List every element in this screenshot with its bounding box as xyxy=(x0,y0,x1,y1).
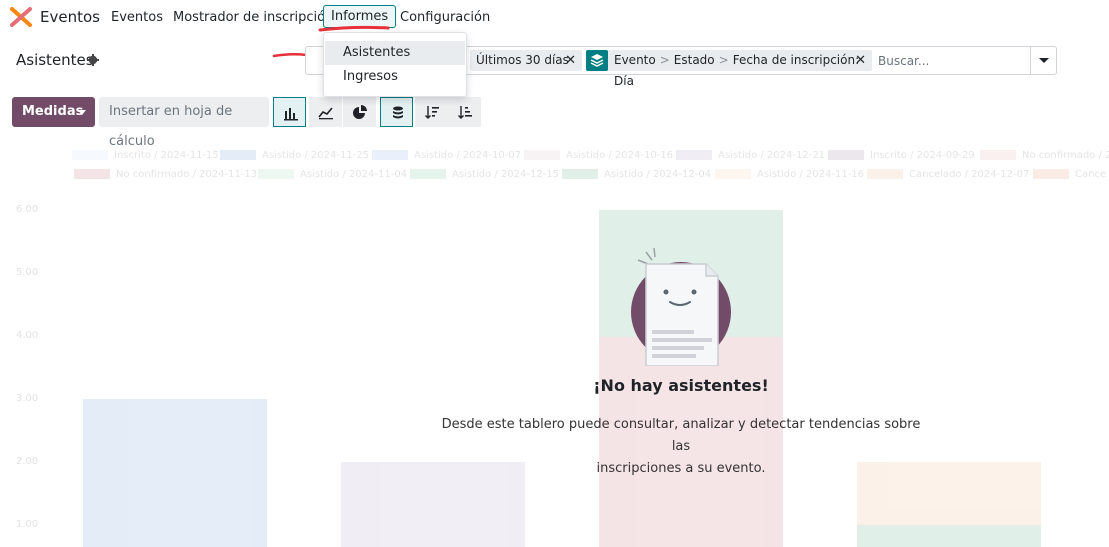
legend-item: Cance xyxy=(1033,169,1106,183)
sort-asc-icon xyxy=(458,106,472,119)
empty-state-title: ¡No hay asistentes! xyxy=(593,376,769,395)
background-sample-chart: Inscrito / 2024-11-15 Asistido / 2024-11… xyxy=(0,140,1109,547)
y-tick-label: 2.00 xyxy=(16,456,39,467)
sort-desc-icon xyxy=(425,106,439,119)
menu-configuracion[interactable]: Configuración xyxy=(400,10,490,25)
layers-icon xyxy=(586,50,608,71)
chart-legend-row-2: No confirmado / 2024-11-13 Asistido / 20… xyxy=(0,169,1109,183)
chart-bar xyxy=(857,525,1041,547)
legend-item: Asistido / 2024-12-15 xyxy=(410,169,559,183)
pie-chart-button[interactable] xyxy=(343,97,376,127)
pie-chart-icon xyxy=(353,105,367,119)
legend-item: Asistido / 2024-10-16 xyxy=(524,150,673,164)
stacked-button[interactable] xyxy=(380,97,413,127)
facet-group-by: Evento > Estado > Fecha de inscripción: Día … xyxy=(586,50,872,88)
legend-item: Inscrito / 2024-09-29 xyxy=(828,150,975,164)
remove-facet-icon[interactable]: ✕ xyxy=(565,50,576,71)
legend-item: Asistido / 2024-12-21 xyxy=(676,150,825,164)
insert-spreadsheet-button[interactable]: Insertar en hoja de cálculo xyxy=(99,97,269,149)
sort-ascending-button[interactable] xyxy=(448,97,481,127)
top-navbar: Eventos Eventos Mostrador de inscripción… xyxy=(0,0,1109,36)
dropdown-item-ingresos[interactable]: Ingresos xyxy=(325,65,465,89)
app-logo-icon[interactable] xyxy=(10,7,32,27)
search-options-toggle[interactable] xyxy=(1030,47,1056,74)
search-input[interactable] xyxy=(876,51,1026,71)
bar-chart-button[interactable] xyxy=(273,97,306,127)
chart-legend-row-1: Inscrito / 2024-11-15 Asistido / 2024-11… xyxy=(0,150,1109,164)
remove-facet-icon[interactable]: ✕ xyxy=(855,50,866,71)
page-title: Asistentes xyxy=(16,51,94,69)
sort-descending-button[interactable] xyxy=(415,97,448,127)
legend-item: Inscrito / 2024-11-15 xyxy=(72,150,219,164)
stack-icon xyxy=(393,106,403,119)
line-chart-icon xyxy=(318,107,333,120)
y-tick-label: 5.00 xyxy=(16,267,39,278)
legend-item: Asistido / 2024-11-25 xyxy=(220,150,369,164)
line-chart-button[interactable] xyxy=(309,97,342,127)
legend-item: Cancelado / 2024-12-07 xyxy=(867,169,1029,183)
menu-mostrador-inscripcion[interactable]: Mostrador de inscripción xyxy=(173,10,333,25)
empty-document-icon xyxy=(631,247,731,366)
legend-item: No confirmado / 2024-11-13 xyxy=(74,169,257,183)
legend-item: Asistido / 2024-11-16 xyxy=(715,169,864,183)
facet-date-filter: Últimos 30 días ✕ xyxy=(470,50,582,71)
y-tick-label: 1.00 xyxy=(16,519,39,530)
empty-state-description: Desde este tablero puede consultar, anal… xyxy=(441,417,921,476)
informes-dropdown: Asistentes Ingresos xyxy=(323,32,467,97)
legend-item: No confirmado / 2024-11-13 xyxy=(980,150,1109,164)
app-name[interactable]: Eventos xyxy=(40,8,100,26)
legend-item: Asistido / 2024-11-04 xyxy=(258,169,407,183)
legend-item: Asistido / 2024-10-07 xyxy=(372,150,521,164)
measures-button[interactable]: Medidas xyxy=(12,97,95,127)
legend-item: Asistido / 2024-12-04 xyxy=(562,169,711,183)
y-tick-label: 4.00 xyxy=(16,330,39,341)
chart-bar xyxy=(83,399,267,547)
gear-icon[interactable] xyxy=(87,54,99,66)
bar-chart-icon xyxy=(284,108,298,121)
y-tick-label: 6.00 xyxy=(16,204,39,215)
caret-down-icon xyxy=(78,110,86,115)
menu-eventos[interactable]: Eventos xyxy=(111,10,163,25)
dropdown-item-asistentes[interactable]: Asistentes xyxy=(325,41,465,65)
